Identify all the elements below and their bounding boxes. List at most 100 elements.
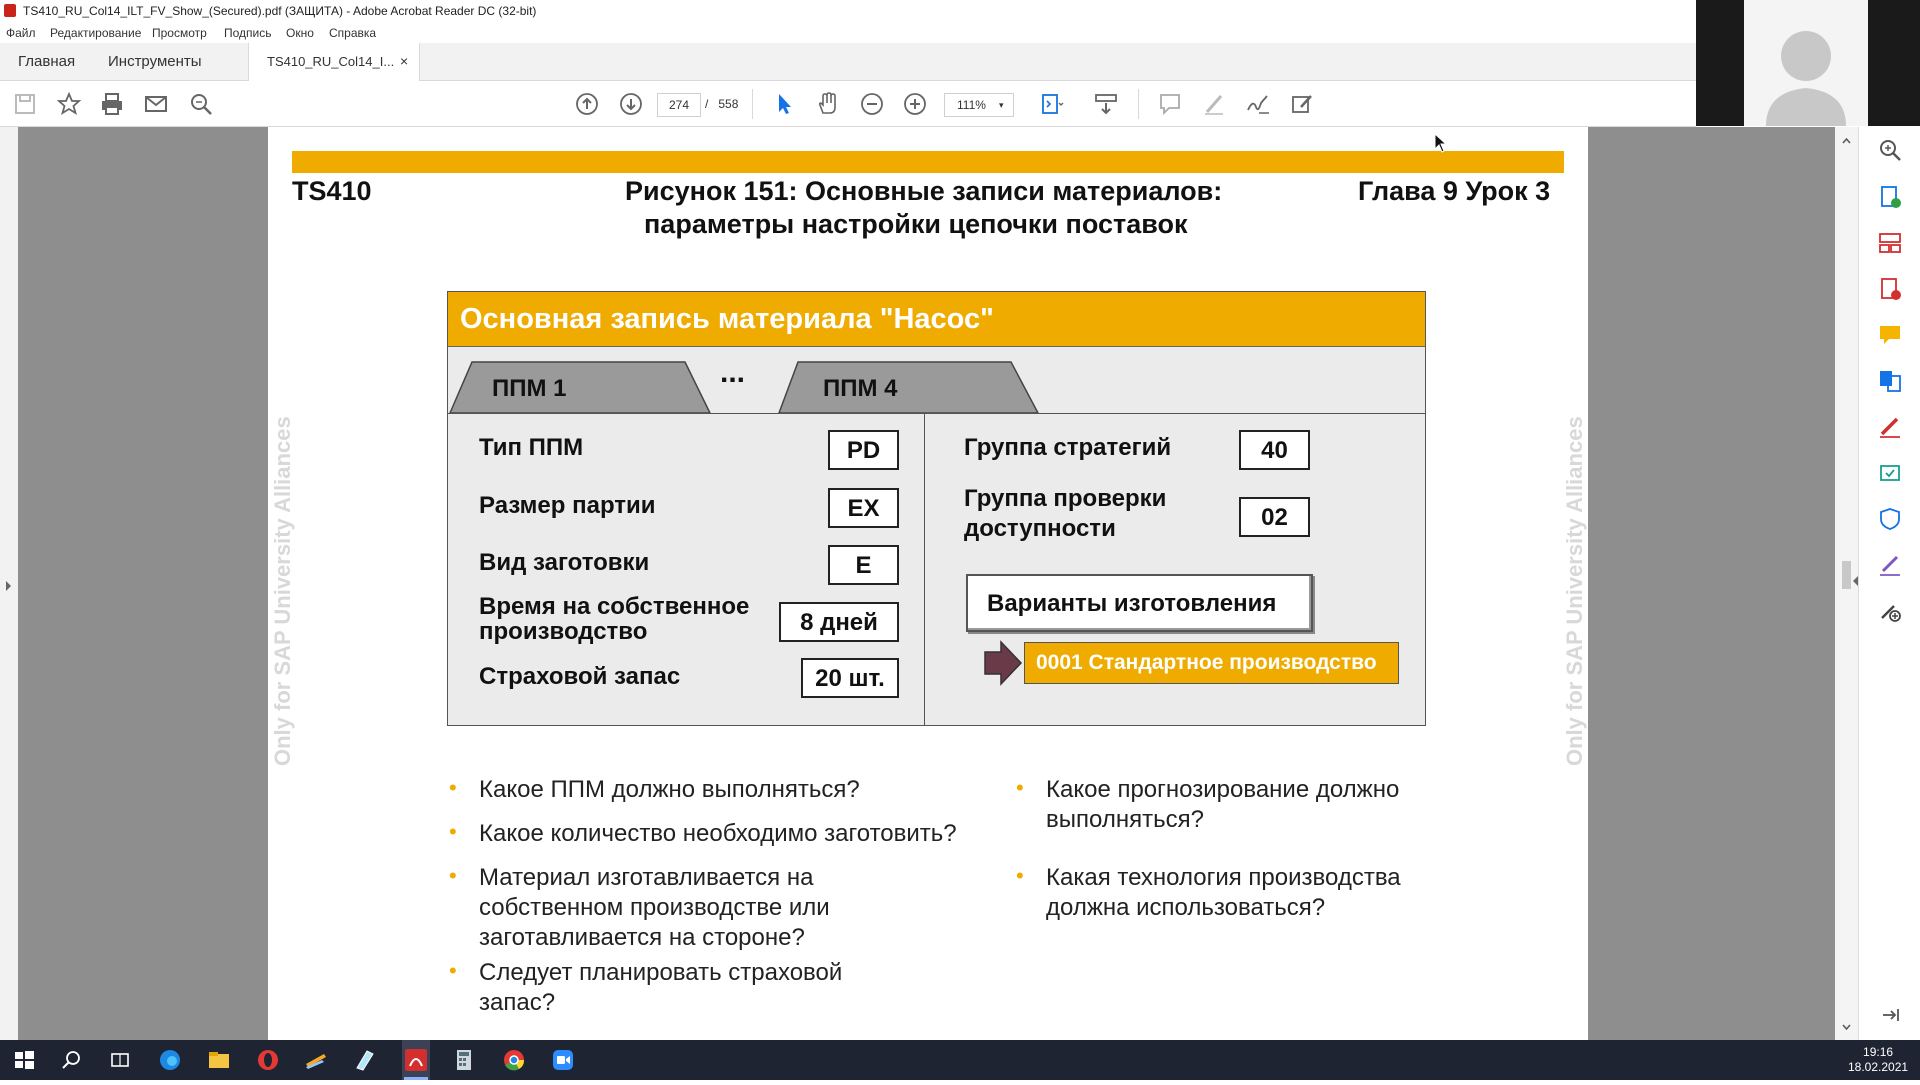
figure-title-line1: Рисунок 151: Основные записи материалов:	[625, 176, 1223, 206]
zoom-value: 111%	[957, 98, 986, 112]
field-value-safety-stock: 20 шт.	[801, 658, 899, 698]
select-cursor-icon[interactable]	[771, 91, 797, 117]
fill-sign-icon[interactable]	[1877, 414, 1903, 440]
left-panel-toggle[interactable]	[0, 127, 18, 1040]
menu-file[interactable]: Файл	[6, 26, 36, 40]
page-number-input[interactable]: 274	[657, 93, 701, 117]
production-versions-label: Варианты изготовления	[987, 590, 1277, 617]
hand-tool-icon[interactable]	[815, 91, 841, 117]
comment-tool-icon[interactable]	[1877, 322, 1903, 348]
opera-browser-icon[interactable]	[256, 1048, 280, 1072]
windows-start-icon[interactable]	[12, 1048, 36, 1072]
bullet-item: • Какая технология производства должна ис…	[1016, 863, 1446, 923]
print-icon[interactable]	[99, 91, 125, 117]
bullet-icon: •	[1016, 775, 1024, 800]
create-pdf-icon[interactable]	[1877, 276, 1903, 302]
send-for-review-icon[interactable]	[1877, 460, 1903, 486]
tab-document[interactable]: TS410_RU_Col14_I... ×	[248, 43, 420, 81]
page-header-bar	[292, 151, 1564, 173]
tab-bar: Главная Инструменты TS410_RU_Col14_I... …	[0, 43, 1696, 81]
toolbar-separator	[752, 89, 753, 119]
notepad-app-icon[interactable]	[353, 1048, 377, 1072]
system-clock[interactable]: 19:16 18.02.2021	[1848, 1045, 1908, 1075]
tab-tools[interactable]: Инструменты	[108, 43, 202, 80]
search-icon[interactable]	[60, 1048, 84, 1072]
acrobat-app-icon	[4, 4, 16, 17]
clock-date: 18.02.2021	[1848, 1060, 1909, 1074]
next-page-icon[interactable]	[618, 91, 644, 117]
zoom-out-icon[interactable]	[859, 91, 885, 117]
bullet-text: Какое прогнозирование должно выполняться…	[1046, 776, 1400, 833]
previous-page-icon[interactable]	[574, 91, 600, 117]
protect-shield-icon[interactable]	[1877, 506, 1903, 532]
bullet-text: Какое ППМ должно выполняться?	[479, 776, 860, 803]
watermark-left: Only for SAP University Alliances	[270, 416, 295, 766]
edit-document-icon[interactable]	[1289, 91, 1315, 117]
combine-files-icon[interactable]	[1877, 368, 1903, 394]
tab-document-label: TS410_RU_Col14_I...	[267, 54, 395, 69]
edge-browser-icon[interactable]	[158, 1048, 182, 1072]
tab-home[interactable]: Главная	[18, 43, 75, 80]
file-explorer-icon[interactable]	[207, 1048, 231, 1072]
toolbar: 274 / 558 111% ▾	[0, 81, 1696, 127]
export-pdf-icon[interactable]	[1877, 184, 1903, 210]
acrobat-taskbar-icon[interactable]	[402, 1040, 430, 1080]
zoom-in-icon[interactable]	[902, 91, 928, 117]
organize-pages-icon[interactable]	[1877, 230, 1903, 256]
window-title: TS410_RU_Col14_ILT_FV_Show_(Secured).pdf…	[23, 4, 537, 18]
request-signature-icon[interactable]	[1877, 552, 1903, 578]
material-master-diagram: Основная запись материала "Насос" ППМ 1 …	[447, 291, 1426, 726]
comment-icon[interactable]	[1157, 91, 1183, 117]
field-value-procurement-type: E	[828, 545, 899, 585]
menu-help[interactable]: Справка	[329, 26, 376, 40]
email-icon[interactable]	[143, 91, 169, 117]
diagram-divider	[924, 413, 925, 725]
tabs-baseline	[448, 413, 1425, 414]
task-view-icon[interactable]	[108, 1048, 132, 1072]
mouse-cursor-icon	[1434, 133, 1448, 153]
sign-icon[interactable]	[1245, 91, 1271, 117]
bookmark-star-icon[interactable]	[56, 91, 82, 117]
collapse-panel-icon[interactable]	[1877, 1002, 1903, 1028]
zoom-level-select[interactable]: 111% ▾	[944, 93, 1014, 117]
bullet-item: • Какое ППМ должно выполняться?	[449, 775, 999, 805]
field-label-availability-check: Группа проверки доступности	[964, 485, 1167, 542]
bullet-icon: •	[1016, 863, 1024, 888]
menu-view[interactable]: Просмотр	[152, 26, 207, 40]
course-code: TS410	[292, 176, 372, 206]
chrome-browser-icon[interactable]	[502, 1048, 526, 1072]
tab-mrp1-label: ППМ 1	[492, 375, 567, 402]
vertical-scrollbar[interactable]	[1835, 127, 1858, 1040]
chevron-down-icon: ▾	[999, 100, 1004, 110]
menu-window[interactable]: Окно	[286, 26, 314, 40]
bullet-text: Следует планировать страховой запас?	[479, 959, 843, 1016]
calculator-icon[interactable]	[452, 1048, 476, 1072]
scroll-mode-icon[interactable]	[1093, 91, 1119, 117]
bullet-item: • Какое количество необходимо заготовить?	[449, 819, 999, 849]
windows-taskbar: 19:16 18.02.2021	[0, 1040, 1920, 1080]
close-tab-icon[interactable]: ×	[400, 43, 408, 80]
watermark-right: Only for SAP University Alliances	[1562, 416, 1587, 766]
save-icon[interactable]	[12, 91, 38, 117]
menu-edit[interactable]: Редактирование	[50, 26, 141, 40]
field-label-inhouse-time: Время на собственное производство	[479, 593, 750, 645]
bullet-icon: •	[449, 775, 457, 800]
sticky-app-icon[interactable]	[304, 1048, 328, 1072]
menu-sign[interactable]: Подпись	[224, 26, 272, 40]
chevron-right-icon	[6, 581, 11, 591]
page-separator: /	[705, 97, 709, 111]
find-zoom-icon[interactable]	[188, 91, 214, 117]
bullet-text: Какая технология производства должна исп…	[1046, 864, 1401, 921]
zoom-app-icon[interactable]	[551, 1048, 575, 1072]
highlight-pen-icon[interactable]	[1201, 91, 1227, 117]
production-versions-button: Варианты изготовления	[966, 574, 1313, 632]
field-label-procurement-type: Вид заготовки	[479, 549, 650, 576]
bullet-item: • Следует планировать страховой запас?	[449, 958, 899, 1018]
fit-page-icon[interactable]	[1038, 91, 1064, 117]
window-title-bar: TS410_RU_Col14_ILT_FV_Show_(Secured).pdf…	[0, 0, 1696, 22]
zoom-search-icon[interactable]	[1877, 137, 1903, 163]
bullet-text: Материал изготавливается на собственном …	[479, 864, 830, 951]
bullet-icon: •	[449, 863, 457, 888]
more-tools-icon[interactable]	[1877, 598, 1903, 624]
total-pages: 558	[718, 97, 739, 111]
